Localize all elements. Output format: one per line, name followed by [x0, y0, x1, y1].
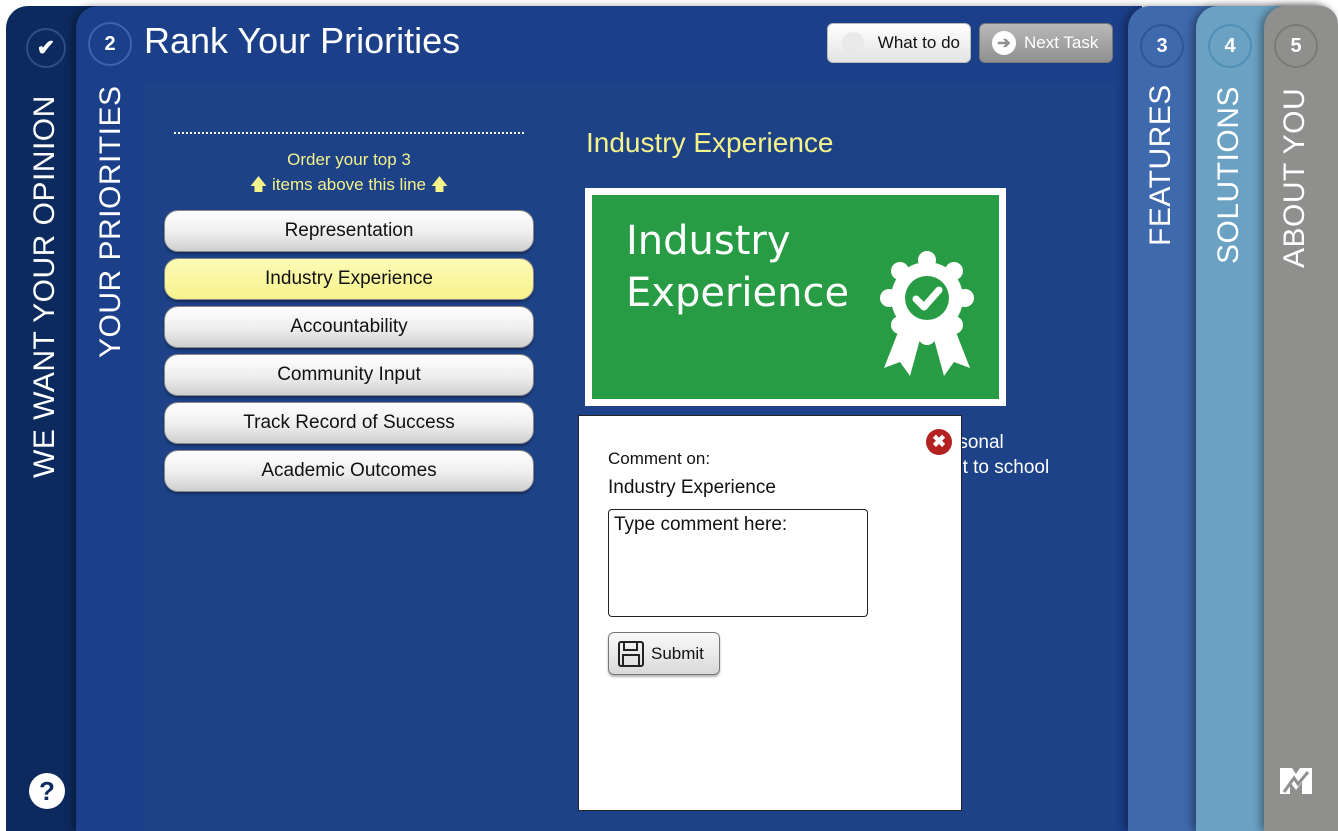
next-task-label: Next Task — [1024, 33, 1099, 52]
instruction-line-2: 🡅 items above this line 🡅 — [174, 172, 524, 197]
brand-logo-icon — [1280, 768, 1312, 794]
tab-priorities-label: YOUR PRIORITIES — [94, 85, 127, 358]
tab-opinion-label: WE WANT YOUR OPINION — [28, 95, 61, 478]
arrow-up-icon: 🡅 — [430, 175, 449, 194]
image-line-2: Experience — [626, 270, 850, 316]
ranking-instruction: Order your top 3 🡅 items above this line… — [174, 147, 524, 197]
comment-on-label: Comment on: — [608, 449, 711, 468]
award-ribbon-icon — [880, 251, 974, 376]
info-icon — [842, 32, 864, 54]
close-icon[interactable]: ✖ — [926, 429, 952, 455]
arrow-up-icon: 🡅 — [249, 175, 268, 194]
tab-solutions-label: SOLUTIONS — [1212, 86, 1245, 264]
instruction-line-1: Order your top 3 — [287, 150, 411, 169]
check-icon: ✔ — [26, 28, 66, 68]
priority-image-tile: Industry Experience — [592, 195, 999, 399]
submit-button[interactable]: Submit — [608, 632, 720, 675]
detail-title: Industry Experience — [586, 127, 834, 158]
image-line-1: Industry — [626, 218, 791, 264]
comment-subject: Industry Experience — [608, 477, 776, 498]
submit-label: Submit — [651, 643, 704, 663]
step-number-badge: 5 — [1274, 24, 1318, 68]
arrow-right-icon: ➔ — [992, 31, 1016, 55]
rank-item-selected[interactable]: Industry Experience — [164, 258, 534, 300]
priority-description: rsonal nt to school — [952, 430, 1049, 480]
save-icon — [618, 640, 644, 667]
help-button[interactable]: ? — [29, 773, 65, 809]
comment-input[interactable] — [608, 509, 868, 617]
app-frame: ✔ WE WANT YOUR OPINION ? 2 YOUR PRIORITI… — [0, 0, 1338, 831]
rank-item[interactable]: Community Input — [164, 354, 534, 396]
rank-item[interactable]: Representation — [164, 210, 534, 252]
page-title: Rank Your Priorities — [144, 20, 461, 61]
tab-about-label: ABOUT YOU — [1278, 87, 1311, 268]
tab-features-label: FEATURES — [1144, 84, 1177, 246]
rank-item[interactable]: Track Record of Success — [164, 402, 534, 444]
step-number-badge: 4 — [1208, 24, 1252, 68]
next-task-button[interactable]: ➔ Next Task — [979, 23, 1113, 63]
step-number-badge: 2 — [88, 22, 132, 66]
ranking-cutoff-line — [174, 132, 524, 134]
priority-image-text: Industry Experience — [626, 215, 849, 319]
step-number-badge: 3 — [1140, 24, 1184, 68]
what-to-do-button[interactable]: What to do — [827, 23, 971, 63]
instruction-line-2-text: items above this line — [271, 175, 427, 194]
description-line-1: rsonal — [952, 432, 1004, 453]
comment-dialog: ✖ Comment on: Industry Experience Submit — [578, 415, 962, 811]
priority-image: Industry Experience — [585, 188, 1006, 406]
tab-about-you[interactable]: 5 ABOUT YOU — [1264, 6, 1338, 831]
priority-rank-list: Representation Industry Experience Accou… — [164, 210, 534, 498]
description-line-2: nt to school — [952, 457, 1050, 478]
what-to-do-label: What to do — [877, 33, 960, 52]
rank-item[interactable]: Academic Outcomes — [164, 450, 534, 492]
rank-item[interactable]: Accountability — [164, 306, 534, 348]
